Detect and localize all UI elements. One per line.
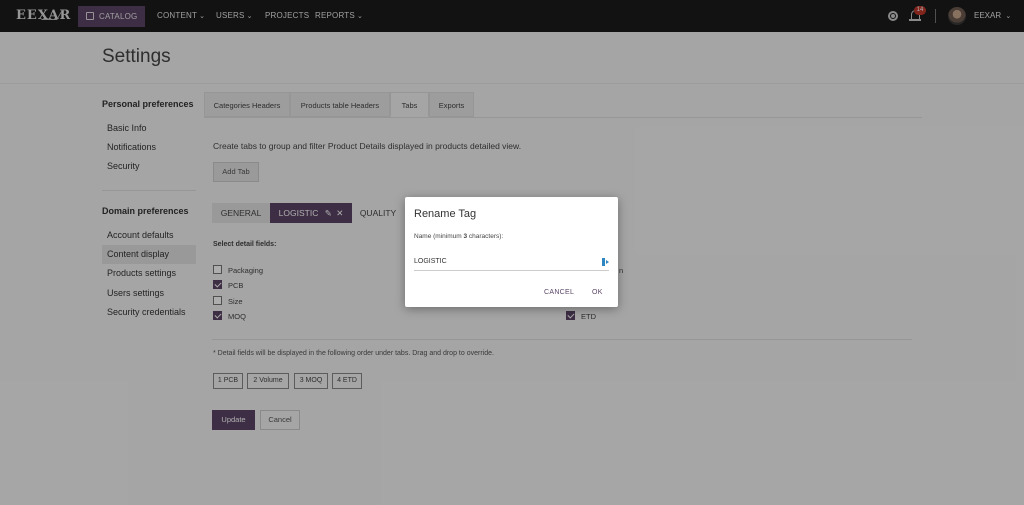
- label-suffix: characters):: [467, 233, 504, 240]
- name-input-value: LOGISTIC: [414, 258, 447, 265]
- dialog-ok-button[interactable]: OK: [592, 289, 603, 296]
- dialog-cancel-button[interactable]: CANCEL: [544, 289, 574, 296]
- label-prefix: Name (minimum: [414, 233, 464, 240]
- dialog-title: Rename Tag: [414, 208, 477, 220]
- name-input[interactable]: LOGISTIC: [414, 253, 609, 271]
- rename-tag-dialog: Rename Tag Name (minimum 3 characters): …: [405, 197, 618, 307]
- dialog-field-label: Name (minimum 3 characters):: [414, 233, 503, 240]
- input-assist-icon[interactable]: [602, 258, 609, 266]
